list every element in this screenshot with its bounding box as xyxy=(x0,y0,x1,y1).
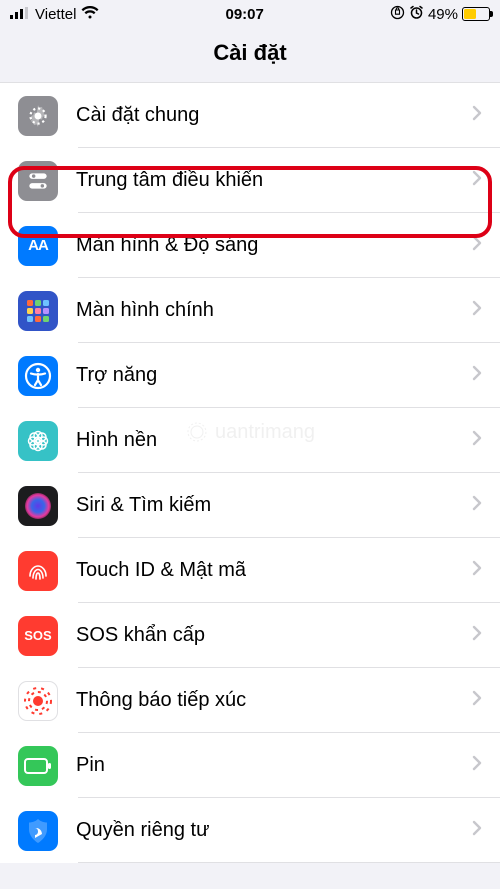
carrier-label: Viettel xyxy=(35,6,76,23)
page-header: Cài đặt xyxy=(0,28,500,82)
separator xyxy=(78,862,500,863)
settings-screen: Viettel 09:07 49% Cài đặt Cài đặt chung T… xyxy=(0,0,500,889)
chevron-right-icon xyxy=(472,495,482,516)
row-label: Hình nền xyxy=(76,429,472,452)
chevron-right-icon xyxy=(472,560,482,581)
settings-row-home-screen[interactable]: Màn hình chính xyxy=(0,278,500,343)
row-label: Thông báo tiếp xúc xyxy=(76,689,472,712)
settings-row-control-center[interactable]: Trung tâm điều khiển xyxy=(0,148,500,213)
settings-row-touchid[interactable]: Touch ID & Mật mã xyxy=(0,538,500,603)
accessibility-icon xyxy=(18,356,58,396)
display-icon: AA xyxy=(18,226,58,266)
touchid-icon xyxy=(18,551,58,591)
status-right: 49% xyxy=(390,5,490,24)
row-label: Touch ID & Mật mã xyxy=(76,559,472,582)
chevron-right-icon xyxy=(472,300,482,321)
chevron-right-icon xyxy=(472,235,482,256)
sos-text: SOS xyxy=(24,628,51,643)
control-center-icon xyxy=(18,161,58,201)
general-icon xyxy=(18,96,58,136)
battery-icon xyxy=(18,746,58,786)
settings-row-general[interactable]: Cài đặt chung xyxy=(0,83,500,148)
chevron-right-icon xyxy=(472,755,482,776)
signal-icon xyxy=(10,6,30,23)
chevron-right-icon xyxy=(472,430,482,451)
wallpaper-icon xyxy=(18,421,58,461)
battery-icon xyxy=(462,7,490,21)
row-label: Trợ năng xyxy=(76,364,472,387)
row-label: SOS khẩn cấp xyxy=(76,624,472,647)
settings-row-exposure[interactable]: Thông báo tiếp xúc xyxy=(0,668,500,733)
settings-row-display[interactable]: AA Màn hình & Độ sáng xyxy=(0,213,500,278)
wifi-icon xyxy=(81,6,99,23)
settings-row-sos[interactable]: SOS SOS khẩn cấp xyxy=(0,603,500,668)
alarm-icon xyxy=(409,5,424,24)
row-label: Quyền riêng tư xyxy=(76,819,472,842)
battery-pct-label: 49% xyxy=(428,6,458,23)
status-bar: Viettel 09:07 49% xyxy=(0,0,500,28)
home-screen-icon xyxy=(18,291,58,331)
chevron-right-icon xyxy=(472,105,482,126)
exposure-icon xyxy=(18,681,58,721)
siri-icon xyxy=(18,486,58,526)
settings-row-wallpaper[interactable]: Hình nền xyxy=(0,408,500,473)
privacy-icon xyxy=(18,811,58,851)
row-label: Cài đặt chung xyxy=(76,104,472,127)
status-left: Viettel xyxy=(10,6,99,23)
orientation-lock-icon xyxy=(390,5,405,24)
sos-icon: SOS xyxy=(18,616,58,656)
chevron-right-icon xyxy=(472,365,482,386)
settings-row-privacy[interactable]: Quyền riêng tư xyxy=(0,798,500,863)
row-label: Màn hình & Độ sáng xyxy=(76,234,472,257)
chevron-right-icon xyxy=(472,820,482,841)
page-title: Cài đặt xyxy=(0,40,500,66)
settings-row-siri[interactable]: Siri & Tìm kiếm xyxy=(0,473,500,538)
settings-list[interactable]: Cài đặt chung Trung tâm điều khiển AA Màn h… xyxy=(0,82,500,863)
row-label: Trung tâm điều khiển xyxy=(76,169,472,192)
row-label: Pin xyxy=(76,754,472,777)
settings-row-accessibility[interactable]: Trợ năng xyxy=(0,343,500,408)
chevron-right-icon xyxy=(472,170,482,191)
row-label: Siri & Tìm kiếm xyxy=(76,494,472,517)
status-time: 09:07 xyxy=(226,6,264,23)
chevron-right-icon xyxy=(472,625,482,646)
settings-row-battery[interactable]: Pin xyxy=(0,733,500,798)
chevron-right-icon xyxy=(472,690,482,711)
row-label: Màn hình chính xyxy=(76,299,472,322)
